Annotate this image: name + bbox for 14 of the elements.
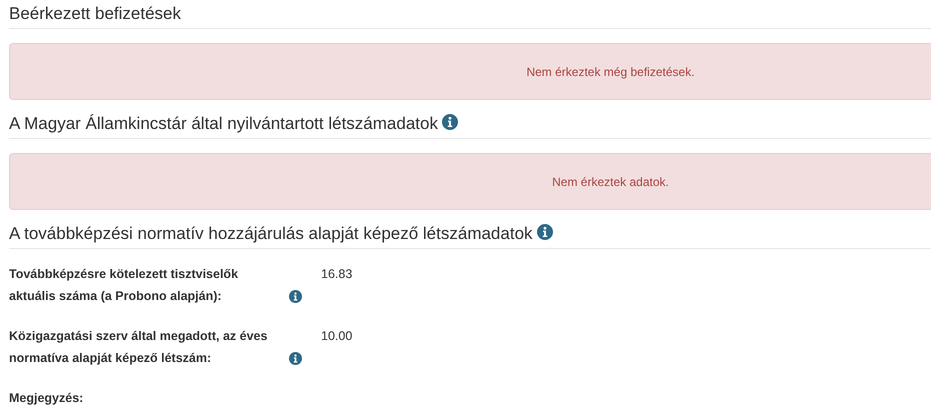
field-value: 10.00 [321,328,352,345]
alert-message: Nem érkeztek adatok. [552,174,669,190]
alert-message: Nem érkeztek még befizetések. [526,64,695,80]
info-icon[interactable] [442,114,458,130]
field-label: Közigazgatási szerv által megadott, az éves normatíva alapját képező létszám: [9,328,268,367]
field-value: 16.83 [321,266,352,283]
info-icon[interactable] [536,224,553,240]
info-icon[interactable] [289,290,302,303]
section-heading: Beérkezett befizetések [9,3,181,25]
section-heading: A Magyar Államkincstár által nyilvántartott létszámadatok [9,113,438,135]
info-icon[interactable] [289,352,302,365]
field-label: Továbbképzésre kötelezett tisztviselők aktuális száma (a Probono alapján): [9,266,240,305]
field-label: Megjegyzés: [9,390,84,407]
section-heading: A továbbképzési normatív hozzájárulás alapját képező létszámadatok [9,223,533,245]
